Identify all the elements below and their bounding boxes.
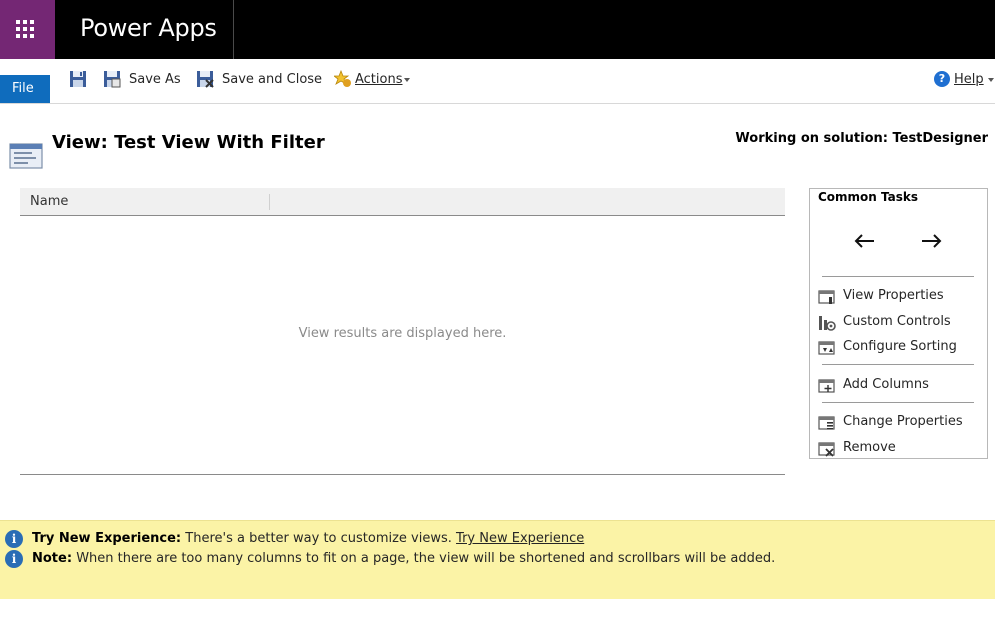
- try-new-experience-message: Try New Experience: There's a better way…: [32, 531, 584, 546]
- actions-menu[interactable]: Actions: [334, 69, 416, 91]
- tasks-divider: [822, 276, 974, 277]
- configure-sorting-icon: [818, 341, 835, 355]
- add-columns-button[interactable]: Add Columns: [818, 376, 983, 396]
- actions-icon: [334, 70, 351, 87]
- custom-controls-label: Custom Controls: [843, 314, 951, 329]
- try-new-experience-link[interactable]: Try New Experience: [456, 531, 584, 546]
- configure-sorting-label: Configure Sorting: [843, 339, 957, 354]
- tasks-divider: [822, 364, 974, 365]
- save-as-icon: [104, 71, 121, 88]
- save-and-close-button[interactable]: Save and Close: [195, 69, 323, 91]
- working-solution-label: Working on solution: TestDesigner: [735, 131, 988, 146]
- custom-controls-icon: [819, 316, 836, 331]
- view-icon: [9, 143, 43, 169]
- note-title: Note:: [32, 551, 73, 566]
- page-title: View: Test View With Filter: [52, 132, 325, 153]
- change-properties-icon: [818, 416, 835, 430]
- save-button[interactable]: [68, 69, 90, 91]
- remove-icon: [818, 442, 835, 457]
- save-and-close-label: Save and Close: [222, 72, 323, 87]
- app-launcher-button[interactable]: [0, 0, 55, 59]
- info-icon: i: [5, 550, 23, 568]
- common-tasks-title: Common Tasks: [818, 190, 919, 204]
- empty-results-message: View results are displayed here.: [298, 326, 507, 341]
- common-tasks-panel: Common Tasks View Properties Custom Cont…: [809, 188, 988, 459]
- actions-dropdown-icon: [400, 69, 410, 91]
- add-columns-label: Add Columns: [843, 377, 929, 392]
- save-and-close-icon: [197, 71, 214, 88]
- waffle-icon: [16, 20, 34, 38]
- save-icon: [70, 71, 86, 87]
- remove-button[interactable]: Remove: [818, 439, 983, 459]
- try-new-experience-title: Try New Experience:: [32, 531, 182, 546]
- help-dropdown-icon: [984, 69, 994, 91]
- grid-header: Name: [20, 188, 785, 216]
- forward-arrow-icon[interactable]: [921, 233, 943, 249]
- grid-bottom-border: [20, 474, 785, 475]
- remove-label: Remove: [843, 440, 896, 455]
- column-header-name[interactable]: Name: [30, 194, 68, 209]
- actions-label: Actions: [355, 72, 403, 87]
- title-divider: [233, 0, 234, 59]
- column-divider[interactable]: [269, 194, 270, 210]
- save-as-button[interactable]: Save As: [103, 69, 183, 91]
- view-properties-button[interactable]: View Properties: [818, 287, 983, 307]
- view-properties-icon: [818, 290, 835, 304]
- note-message: Note: When there are too many columns to…: [32, 551, 775, 566]
- change-properties-label: Change Properties: [843, 414, 963, 429]
- top-bar: Power Apps: [0, 0, 995, 59]
- help-icon: ?: [934, 71, 950, 87]
- back-arrow-icon[interactable]: [853, 233, 875, 249]
- help-label: Help: [954, 72, 984, 87]
- configure-sorting-button[interactable]: Configure Sorting: [818, 338, 983, 358]
- view-properties-label: View Properties: [843, 288, 944, 303]
- view-results-grid: Name View results are displayed here.: [20, 188, 785, 476]
- info-icon: i: [5, 530, 23, 548]
- tasks-divider: [822, 402, 974, 403]
- change-properties-button[interactable]: Change Properties: [818, 413, 983, 433]
- file-button[interactable]: File: [0, 75, 50, 103]
- add-columns-icon: [818, 379, 835, 393]
- try-new-experience-text: There's a better way to customize views.: [185, 531, 452, 546]
- save-as-label: Save As: [129, 72, 181, 87]
- note-text: When there are too many columns to fit o…: [76, 551, 776, 566]
- custom-controls-button[interactable]: Custom Controls: [818, 313, 983, 333]
- command-bar: File Save As Save and Close Actions ? He…: [0, 59, 995, 104]
- app-title[interactable]: Power Apps: [80, 14, 217, 42]
- info-banner: i Try New Experience: There's a better w…: [0, 520, 995, 599]
